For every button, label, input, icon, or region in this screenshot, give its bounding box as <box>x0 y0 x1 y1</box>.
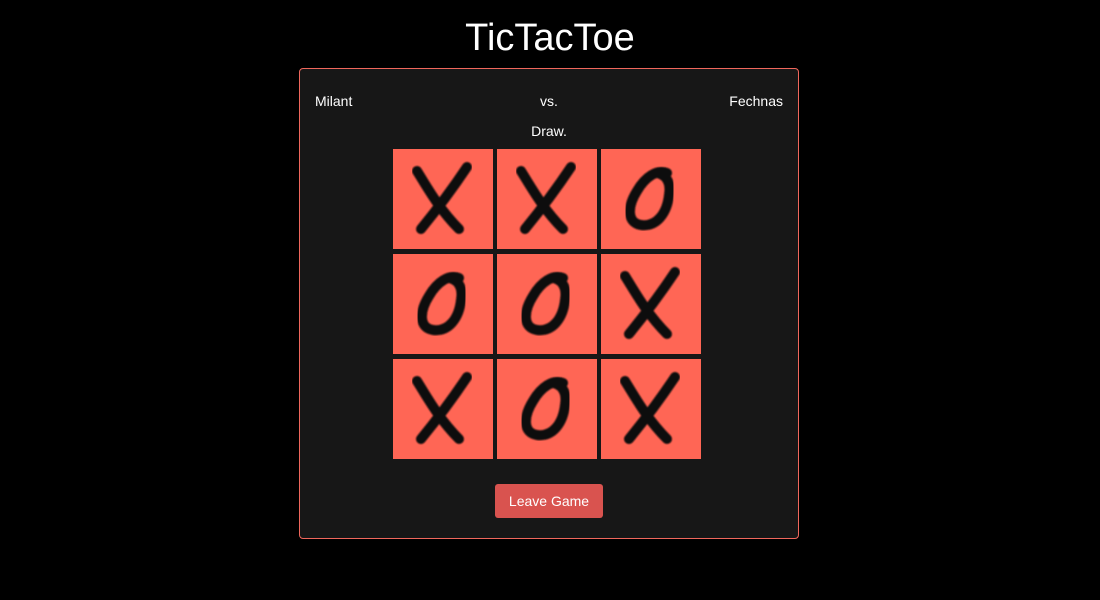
versus-label: vs. <box>540 93 558 109</box>
board-cell-2-2[interactable] <box>601 359 701 459</box>
players-row: Milant vs. Fechnas <box>315 91 783 111</box>
game-panel: Milant vs. Fechnas Draw. Leave Game <box>299 68 799 539</box>
player-two-name: Fechnas <box>729 93 783 109</box>
board-cell-1-0[interactable] <box>393 254 493 354</box>
board-cell-0-0[interactable] <box>393 149 493 249</box>
board-cell-1-1[interactable] <box>497 254 597 354</box>
board-cell-0-1[interactable] <box>497 149 597 249</box>
board-cell-0-2[interactable] <box>601 149 701 249</box>
page-title: TicTacToe <box>465 17 635 59</box>
game-board <box>393 149 701 459</box>
game-status: Draw. <box>531 123 567 139</box>
board-cell-1-2[interactable] <box>601 254 701 354</box>
leave-game-button[interactable]: Leave Game <box>495 484 603 518</box>
board-cell-2-1[interactable] <box>497 359 597 459</box>
board-cell-2-0[interactable] <box>393 359 493 459</box>
